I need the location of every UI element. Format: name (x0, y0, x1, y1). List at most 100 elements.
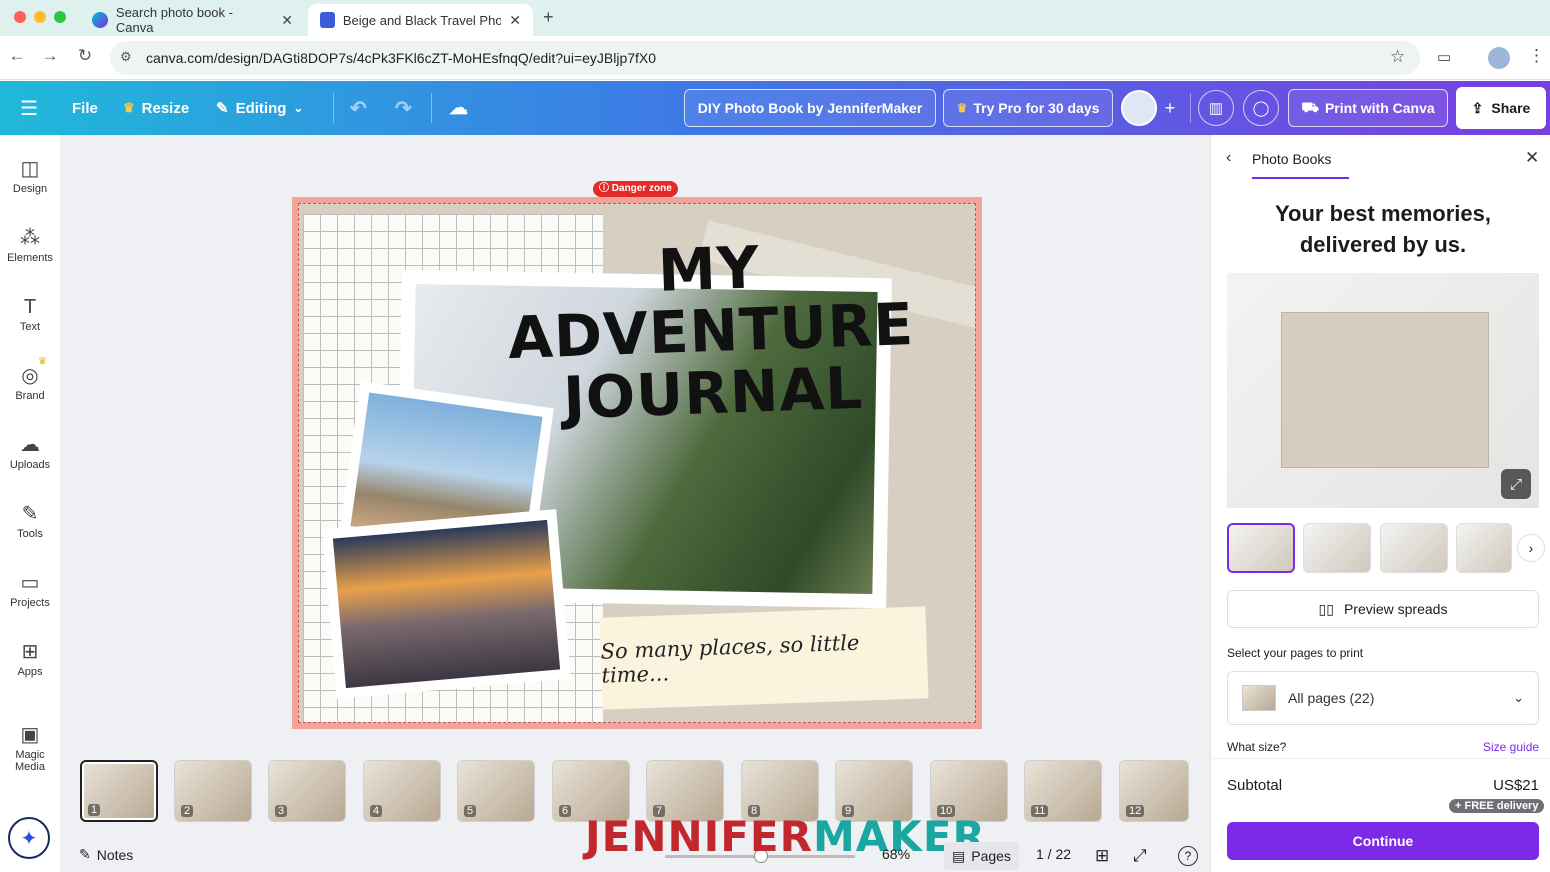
help-icon[interactable]: ? (1178, 846, 1198, 866)
sidebar-item-label: Brand (15, 390, 45, 402)
sidebar-item-design[interactable]: ◫ Design (0, 155, 60, 195)
notes-icon: ✎ (79, 846, 91, 862)
add-collaborator-icon[interactable]: + (1152, 90, 1188, 126)
editing-mode-button[interactable]: ✎ Editing ⌄ (216, 81, 303, 135)
browser-menu-icon[interactable]: ⋮ (1528, 46, 1545, 66)
preview-spreads-button[interactable]: ▯▯ Preview spreads (1227, 590, 1539, 628)
share-label: Share (1491, 100, 1531, 116)
window-maximize-dot[interactable] (54, 11, 66, 23)
page-number: 4 (370, 805, 383, 817)
file-menu-button[interactable]: File (72, 81, 98, 135)
redo-icon[interactable]: ↷ (395, 81, 412, 135)
brand-icon: ◎ (21, 365, 39, 387)
window-minimize-dot[interactable] (34, 11, 46, 23)
page-thumbnail[interactable]: 4 (363, 760, 441, 822)
menu-hamburger-icon[interactable]: ☰ (20, 81, 38, 135)
continue-button[interactable]: Continue (1227, 822, 1539, 860)
back-arrow-icon[interactable]: ← (5, 46, 29, 66)
canva-assistant-icon[interactable]: ✦ (8, 817, 50, 859)
close-tab-icon[interactable]: ✕ (281, 12, 293, 29)
free-delivery-badge: + FREE delivery (1449, 799, 1545, 813)
window-close-dot[interactable] (14, 11, 26, 23)
sidebar-item-elements[interactable]: ⁂ Elements (0, 224, 60, 264)
preview-thumbnail[interactable] (1303, 523, 1371, 573)
size-guide-link[interactable]: Size guide (1483, 740, 1539, 754)
pages-button[interactable]: ▤ Pages (944, 842, 1019, 870)
photo-sunset-wing[interactable] (322, 509, 571, 699)
close-panel-icon[interactable]: ✕ (1525, 148, 1539, 168)
design-page[interactable]: MY ADVENTURE JOURNAL So many places, so … (292, 197, 982, 729)
expand-preview-icon[interactable]: ⤢ (1501, 469, 1531, 499)
sidebar-item-magic-media[interactable]: ▣ Magic Media (0, 721, 60, 773)
design-favicon-icon (320, 12, 335, 28)
url-field[interactable]: ⚙ canva.com/design/DAGti8DOP7s/4cPk3FKl6… (110, 41, 1420, 75)
insights-chart-icon[interactable]: ▥ (1198, 90, 1234, 126)
sidebar-item-apps[interactable]: ⊞ Apps (0, 638, 60, 678)
forward-arrow-icon[interactable]: → (38, 46, 62, 66)
crown-icon: ♛ (956, 101, 968, 115)
zoom-level[interactable]: 68% (882, 846, 910, 862)
try-pro-button[interactable]: ♛ Try Pro for 30 days (943, 89, 1113, 127)
sidebar-item-text[interactable]: T Text (0, 293, 60, 333)
comment-icon[interactable]: ◯ (1243, 90, 1279, 126)
cloud-saved-icon[interactable]: ☁ (449, 81, 468, 135)
truck-icon: ⛟ (1301, 98, 1319, 115)
back-chevron-icon[interactable]: ‹ (1226, 149, 1231, 167)
select-pages-label: Select your pages to print (1227, 646, 1364, 660)
close-tab-icon[interactable]: ✕ (509, 12, 521, 29)
page-thumbnail[interactable]: 2 (174, 760, 252, 822)
page-background: MY ADVENTURE JOURNAL So many places, so … (298, 203, 976, 723)
sidebar-item-tools[interactable]: ✎ Tools (0, 500, 60, 540)
sidebar-item-brand[interactable]: ◎ Brand (0, 362, 60, 402)
photo-image (332, 519, 561, 689)
undo-icon[interactable]: ↶ (350, 81, 367, 135)
size-label: What size? (1227, 740, 1287, 754)
reload-icon[interactable]: ↻ (73, 46, 97, 66)
site-settings-icon[interactable]: ⚙ (120, 49, 132, 65)
browser-tab-search[interactable]: Search photo book - Canva ✕ (80, 4, 305, 36)
grid-view-icon[interactable]: ⊞ (1095, 846, 1109, 866)
preview-thumbnail[interactable] (1380, 523, 1448, 573)
page-thumbnail[interactable]: 1 (80, 760, 158, 822)
chevron-down-icon: ⌄ (1513, 690, 1524, 705)
preview-thumbnail[interactable] (1227, 523, 1295, 573)
cast-icon[interactable]: ▭ (1437, 48, 1451, 66)
file-label: File (72, 99, 98, 117)
divider (1211, 758, 1550, 759)
resize-button[interactable]: ♛ Resize (123, 81, 189, 135)
pages-select[interactable]: All pages (22) ⌄ (1227, 671, 1539, 725)
page-thumbnail[interactable]: 12 (1119, 760, 1189, 822)
journal-title[interactable]: MY ADVENTURE JOURNAL (444, 229, 975, 433)
profile-avatar[interactable] (1488, 47, 1510, 69)
sidebar-item-label: Tools (17, 528, 43, 540)
page-number: 1 (88, 804, 101, 816)
continue-label: Continue (1352, 833, 1414, 849)
sidebar-item-uploads[interactable]: ☁ Uploads (0, 431, 60, 471)
apps-icon: ⊞ (21, 641, 39, 663)
caption-note[interactable]: So many places, so little time... (599, 606, 929, 710)
subtotal-label: Subtotal (1227, 777, 1283, 794)
next-preview-chevron-icon[interactable]: › (1517, 534, 1545, 562)
bookmark-star-icon[interactable]: ☆ (1390, 47, 1405, 67)
sidebar-item-label: Elements (7, 252, 53, 264)
tab-title: Search photo book - Canva (115, 5, 233, 35)
browser-tab-design[interactable]: Beige and Black Travel Photo ✕ (308, 4, 533, 36)
notes-button[interactable]: ✎ Notes (79, 846, 133, 863)
fullscreen-icon[interactable]: ⤢ (1133, 846, 1147, 866)
uploads-icon: ☁ (20, 434, 40, 456)
danger-zone-label: Danger zone (611, 183, 672, 194)
title-line: MY ADVENTURE (506, 233, 916, 373)
print-with-canva-button[interactable]: ⛟ Print with Canva (1288, 89, 1448, 127)
caption-text: So many places, so little time... (600, 630, 860, 688)
watermark-part: JENNIFER (585, 812, 813, 861)
design-title-field[interactable]: DIY Photo Book by JenniferMaker (684, 89, 936, 127)
panel-tab-photo-books[interactable]: Photo Books (1252, 151, 1331, 167)
page-thumbnail[interactable]: 3 (268, 760, 346, 822)
projects-icon: ▭ (20, 572, 40, 594)
page-thumbnail[interactable]: 11 (1024, 760, 1102, 822)
preview-thumbnail[interactable] (1456, 523, 1512, 573)
sidebar-item-projects[interactable]: ▭ Projects (0, 569, 60, 609)
share-button[interactable]: ⇪ Share (1456, 87, 1546, 129)
page-thumbnail[interactable]: 5 (457, 760, 535, 822)
new-tab-icon[interactable]: + (543, 7, 554, 28)
